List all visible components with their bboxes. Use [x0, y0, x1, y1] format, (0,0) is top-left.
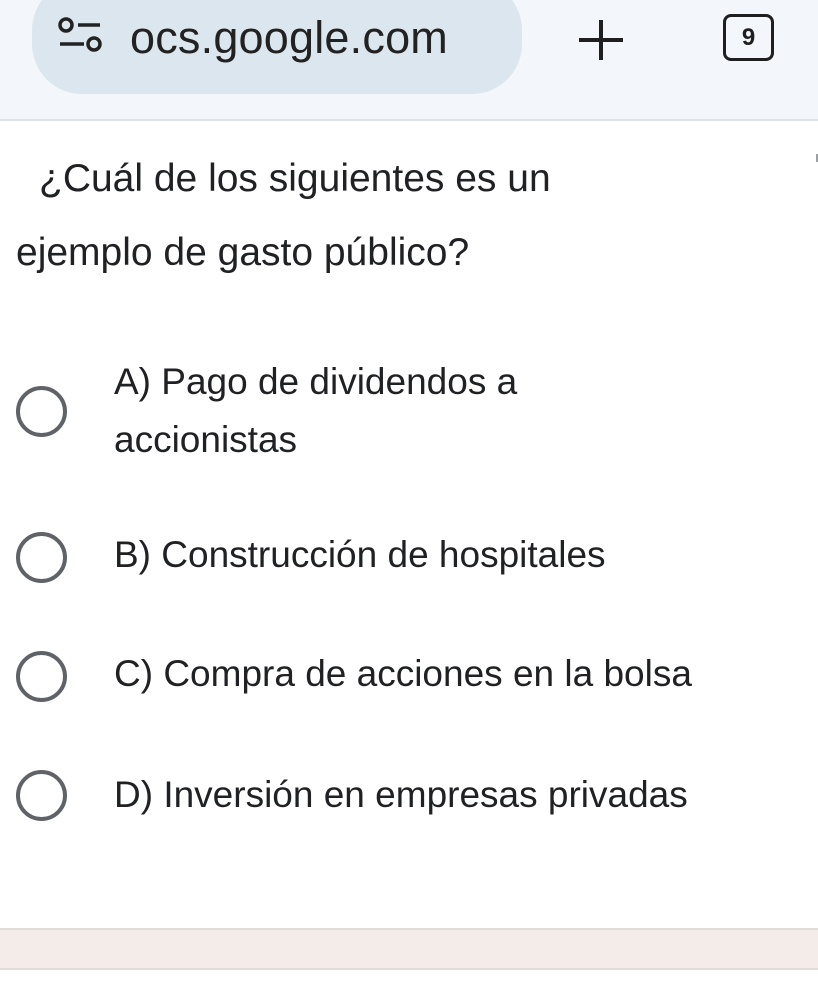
option-d-label: D) Inversión en empresas privadas [114, 774, 688, 815]
url-text[interactable]: ocs.google.com [130, 10, 448, 66]
site-settings-icon[interactable] [56, 17, 104, 53]
option-a-label-line2: accionistas [114, 419, 298, 460]
option-b[interactable]: B) Construcción de hospitales [0, 527, 818, 587]
option-a[interactable]: A) Pago de dividendos a accionistas [0, 354, 818, 474]
radio-button-a[interactable] [16, 386, 67, 437]
footer-band [0, 928, 818, 970]
question-text: ¿Cuál de los siguientes es un ejemplo de… [16, 142, 806, 290]
plus-icon[interactable] [576, 16, 626, 66]
radio-button-b[interactable] [16, 532, 67, 583]
radio-button-c[interactable] [16, 651, 67, 702]
radio-button-d[interactable] [16, 770, 67, 821]
option-d[interactable]: D) Inversión en empresas privadas [0, 767, 818, 827]
question-line-1: ¿Cuál de los siguientes es un [39, 157, 551, 200]
option-c[interactable]: C) Compra de acciones en la bolsa [0, 646, 818, 706]
tab-switcher-button[interactable]: 9 [723, 14, 774, 61]
browser-toolbar: ocs.google.com 9 [0, 0, 818, 121]
option-b-label: B) Construcción de hospitales [114, 534, 606, 575]
question-line-2: ejemplo de gasto público? [16, 231, 470, 274]
option-c-label: C) Compra de acciones en la bolsa [114, 653, 692, 694]
option-a-label-line1: A) Pago de dividendos a [114, 361, 518, 402]
